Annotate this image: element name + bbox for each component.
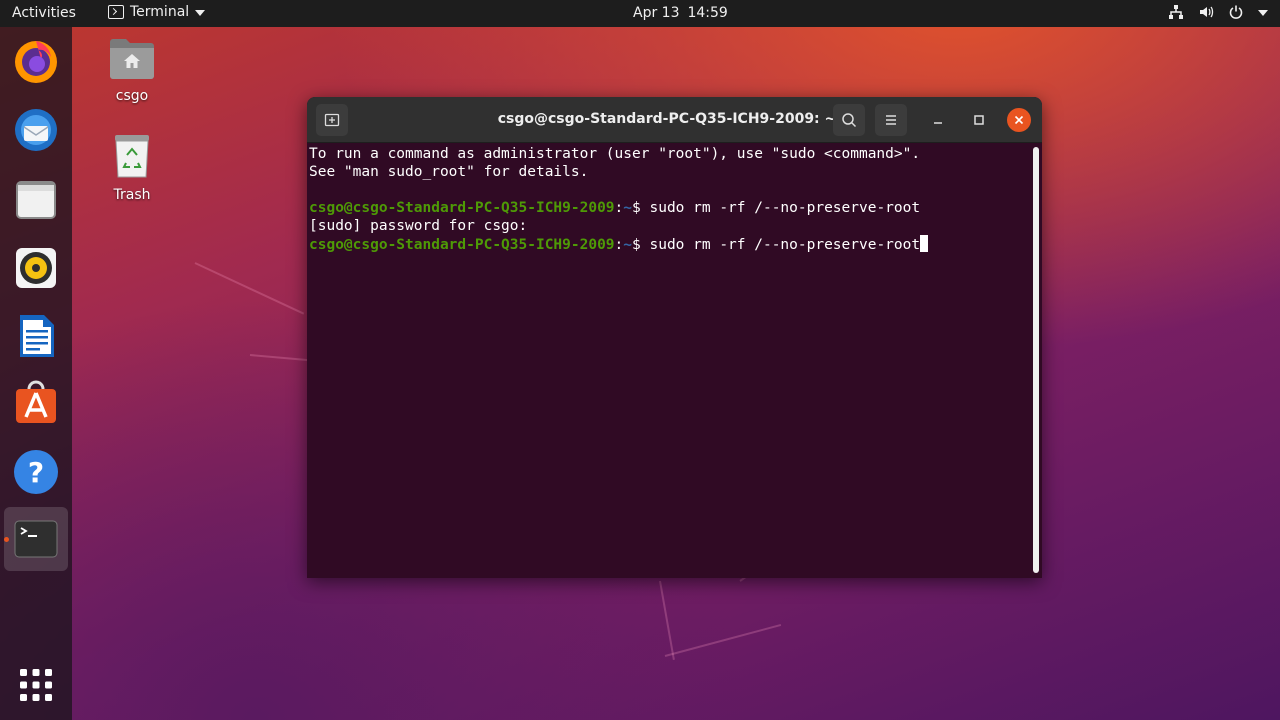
- terminal-command-input[interactable]: sudo rm -rf /--no-preserve-root: [649, 237, 920, 253]
- prompt-user-host: csgo@csgo-Standard-PC-Q35-ICH9-2009: [309, 200, 615, 216]
- wallpaper-line: [659, 580, 675, 660]
- terminal-line: See "man sudo_root" for details.: [309, 164, 589, 180]
- rhythmbox-icon[interactable]: [12, 244, 60, 292]
- close-button[interactable]: [1007, 108, 1031, 132]
- search-icon: [842, 113, 857, 128]
- text-cursor: [920, 235, 929, 252]
- files-icon[interactable]: [12, 175, 60, 223]
- terminal-scrollbar[interactable]: [1033, 147, 1039, 573]
- minimize-button[interactable]: [926, 108, 950, 132]
- wallpaper-line: [664, 623, 782, 657]
- maximize-button[interactable]: [967, 108, 991, 132]
- close-icon: [1014, 115, 1024, 125]
- chevron-down-icon[interactable]: [1258, 9, 1268, 16]
- dock: ?: [0, 27, 72, 720]
- prompt-path: ~: [623, 200, 633, 216]
- power-icon[interactable]: [1228, 4, 1244, 20]
- volume-icon[interactable]: [1198, 4, 1214, 20]
- app-menu-label: Terminal: [130, 4, 190, 20]
- chevron-down-icon: [195, 9, 206, 16]
- prompt-separator: :: [614, 237, 624, 253]
- top-bar: Activities Terminal Apr 13 14:59: [0, 0, 1280, 27]
- terminal-small-icon: [108, 5, 124, 19]
- libreoffice-writer-icon[interactable]: [12, 312, 60, 360]
- trash-icon: [115, 135, 149, 178]
- firefox-icon[interactable]: [12, 37, 60, 85]
- prompt-user-host: csgo@csgo-Standard-PC-Q35-ICH9-2009: [309, 237, 615, 253]
- wallpaper-line: [194, 262, 305, 315]
- desktop-trash-label: Trash: [113, 187, 151, 203]
- terminal-icon: [14, 520, 58, 558]
- desktop-home-label: csgo: [115, 88, 149, 104]
- new-tab-icon: [324, 113, 340, 127]
- help-icon[interactable]: ?: [12, 448, 60, 496]
- maximize-icon: [974, 115, 984, 125]
- terminal-prompt-line: csgo@csgo-Standard-PC-Q35-ICH9-2009:~$ s…: [309, 199, 1029, 217]
- terminal-title: csgo@csgo-Standard-PC-Q35-ICH9-2009: ~: [497, 111, 837, 127]
- clock-date: Apr 13: [633, 5, 680, 21]
- terminal-header-bar[interactable]: csgo@csgo-Standard-PC-Q35-ICH9-2009: ~: [307, 97, 1042, 143]
- terminal-dock-item[interactable]: [4, 507, 68, 571]
- clock[interactable]: Apr 13 14:59: [633, 5, 728, 21]
- prompt-path: ~: [623, 237, 633, 253]
- new-tab-button[interactable]: [316, 104, 348, 136]
- terminal-line: To run a command as administrator (user …: [309, 146, 921, 162]
- app-menu[interactable]: Terminal: [108, 4, 206, 20]
- terminal-window[interactable]: csgo@csgo-Standard-PC-Q35-ICH9-2009: ~ T…: [307, 97, 1042, 578]
- ubuntu-software-icon[interactable]: [12, 379, 60, 427]
- search-button[interactable]: [833, 104, 865, 136]
- network-icon[interactable]: [1168, 4, 1184, 20]
- desktop-trash[interactable]: Trash: [92, 133, 172, 203]
- terminal-prompt-line: csgo@csgo-Standard-PC-Q35-ICH9-2009:~$ s…: [309, 235, 1029, 254]
- thunderbird-icon[interactable]: [12, 106, 60, 154]
- terminal-output[interactable]: To run a command as administrator (user …: [309, 145, 1029, 575]
- sudo-password-prompt: [sudo] password for csgo:: [309, 218, 528, 234]
- wallpaper-line: [249, 354, 310, 362]
- svg-text:?: ?: [28, 456, 44, 489]
- terminal-command: sudo rm -rf /--no-preserve-root: [649, 200, 921, 216]
- system-tray[interactable]: [1168, 4, 1268, 20]
- minimize-icon: [934, 122, 942, 124]
- prompt-dollar: $: [632, 237, 650, 253]
- prompt-dollar: $: [632, 200, 650, 216]
- home-folder-icon: [110, 39, 154, 79]
- show-applications-icon[interactable]: [12, 661, 60, 709]
- activities-button[interactable]: Activities: [12, 5, 76, 21]
- desktop-home-folder[interactable]: csgo: [92, 36, 172, 104]
- running-indicator: [4, 537, 9, 542]
- menu-button[interactable]: [875, 104, 907, 136]
- prompt-separator: :: [614, 200, 624, 216]
- clock-time: 14:59: [687, 5, 728, 21]
- hamburger-menu-icon: [886, 115, 896, 125]
